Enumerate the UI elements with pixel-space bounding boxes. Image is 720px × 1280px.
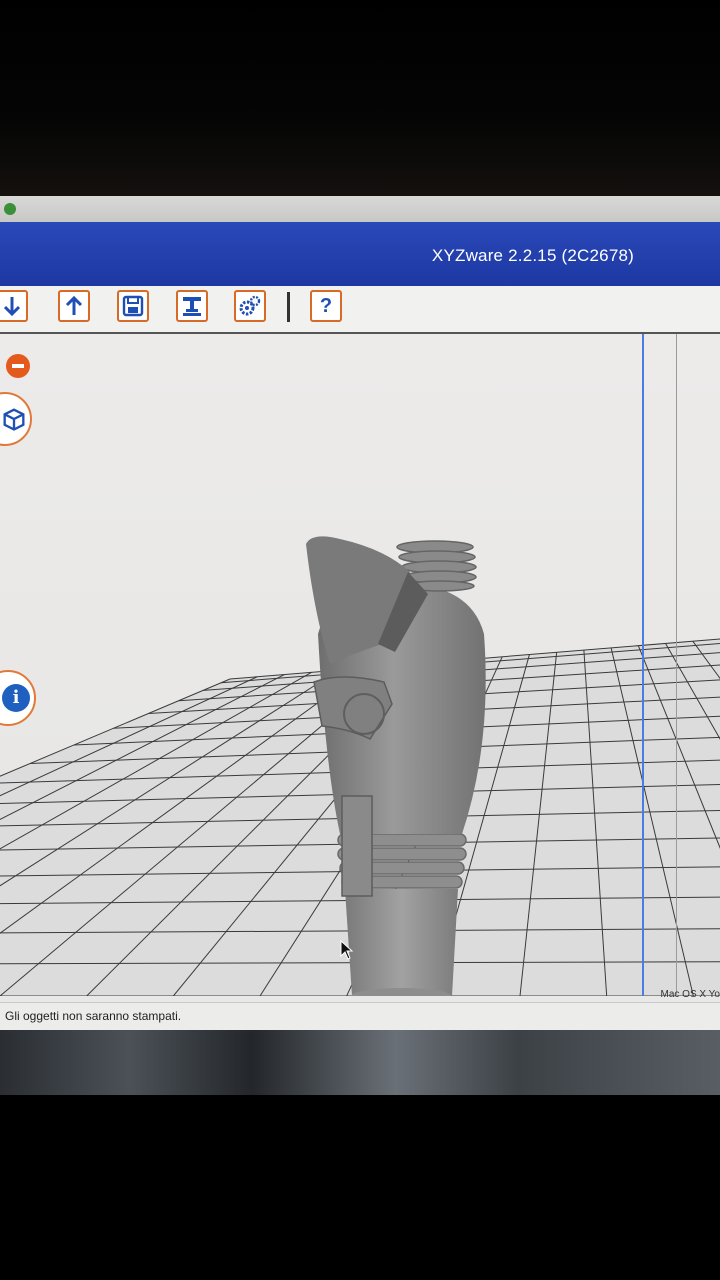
- 3d-model[interactable]: [0, 334, 720, 996]
- save-button[interactable]: [117, 290, 149, 322]
- app-title-bar: XYZware 2.2.15 (2C2678): [0, 222, 720, 286]
- arrow-up-icon: [65, 295, 83, 315]
- status-bar: Mac OS X Yo Gli oggetti non saranno stam…: [0, 989, 720, 1030]
- printer-icon: [183, 297, 201, 316]
- help-button[interactable]: ?: [310, 290, 342, 322]
- minus-circle-icon: [12, 364, 24, 368]
- window-chrome: [0, 196, 720, 222]
- gears-icon: [239, 295, 261, 316]
- question-icon: ?: [319, 294, 333, 317]
- desktop-wallpaper: [0, 1030, 720, 1095]
- photo-background-bottom: [0, 1030, 720, 1280]
- info-icon: i: [2, 684, 30, 712]
- export-button[interactable]: [58, 290, 90, 322]
- arrow-down-icon: [3, 297, 21, 317]
- app-window: XYZware 2.2.15 (2C2678) ? i Mac OS X Yo …: [0, 196, 720, 1030]
- 3d-viewport[interactable]: i: [0, 334, 720, 996]
- toolbar-separator: [287, 292, 290, 322]
- app-title: XYZware 2.2.15 (2C2678): [431, 246, 634, 265]
- status-message: Gli oggetti non saranno stampati.: [5, 1009, 182, 1023]
- remove-object-button[interactable]: [6, 354, 30, 378]
- toolbar: ?: [0, 286, 720, 334]
- settings-button[interactable]: [234, 290, 266, 322]
- import-button[interactable]: [0, 290, 28, 322]
- cube-icon: [3, 408, 25, 431]
- os-label: Mac OS X Yo: [660, 989, 720, 1000]
- mouse-cursor: [340, 940, 354, 960]
- save-icon: [122, 295, 144, 317]
- window-zoom-button[interactable]: [4, 203, 16, 215]
- print-button[interactable]: [176, 290, 208, 322]
- photo-background-top: [0, 0, 720, 200]
